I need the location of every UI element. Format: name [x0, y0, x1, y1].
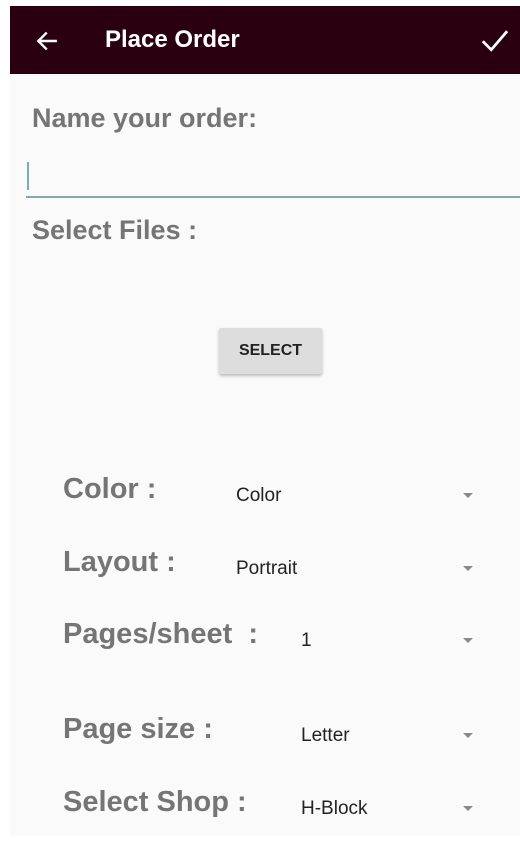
pages-per-sheet-value: 1: [301, 630, 312, 651]
shop-dropdown[interactable]: H-Block: [301, 791, 480, 827]
shop-value: H-Block: [301, 798, 368, 819]
color-label: Color :: [63, 473, 157, 505]
page-size-label: Page size :: [63, 713, 213, 745]
order-name-label: Name your order:: [32, 103, 258, 133]
select-shop-label: Select Shop :: [63, 786, 247, 818]
page-size-value: Letter: [301, 725, 350, 746]
layout-value: Portrait: [236, 558, 298, 579]
dropdown-arrow-icon: [463, 638, 473, 643]
color-dropdown[interactable]: Color: [236, 478, 480, 514]
page-size-dropdown[interactable]: Letter: [301, 718, 480, 754]
select-files-button[interactable]: SELECT: [219, 328, 322, 374]
checkmark-icon[interactable]: [478, 26, 512, 56]
layout-dropdown[interactable]: Portrait: [236, 551, 480, 587]
pages-per-sheet-dropdown[interactable]: 1: [301, 623, 480, 659]
pages-per-sheet-label: Pages/sheet :: [63, 618, 259, 650]
page-title: Place Order: [105, 26, 240, 53]
text-cursor: [27, 162, 29, 190]
order-name-input[interactable]: [26, 156, 520, 198]
color-value: Color: [236, 485, 282, 506]
dropdown-arrow-icon: [463, 806, 473, 811]
arrow-left-icon[interactable]: [34, 28, 60, 54]
dropdown-arrow-icon: [463, 566, 473, 571]
select-files-label: Select Files :: [32, 215, 198, 245]
place-order-screen: Place Order Name your order: Select File…: [10, 6, 520, 836]
dropdown-arrow-icon: [463, 493, 473, 498]
dropdown-arrow-icon: [463, 733, 473, 738]
app-bar: Place Order: [10, 6, 520, 74]
layout-label: Layout :: [63, 546, 176, 578]
